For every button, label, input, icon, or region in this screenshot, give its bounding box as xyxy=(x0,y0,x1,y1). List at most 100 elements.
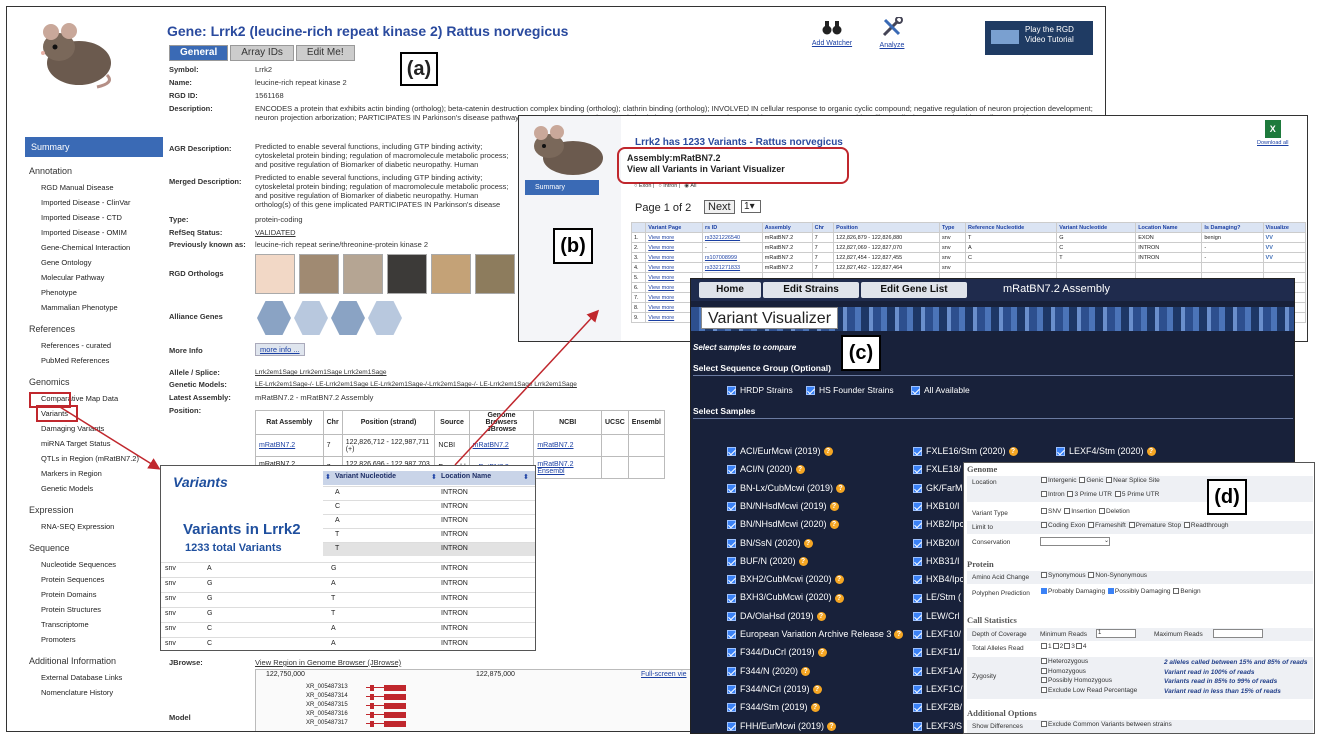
hs-founder-checkbox[interactable]: HS Founder Strains xyxy=(806,385,894,396)
alliance-rat-icon[interactable] xyxy=(257,301,291,335)
checkbox-icon[interactable] xyxy=(1052,643,1059,650)
help-icon[interactable]: ? xyxy=(1008,447,1018,457)
help-icon[interactable]: ? xyxy=(834,593,844,603)
help-icon[interactable]: ? xyxy=(894,630,904,640)
filter-exon-radio[interactable]: ○ Exon | xyxy=(634,183,654,189)
table-row[interactable]: snv G T INTRON xyxy=(161,592,535,606)
table-cell[interactable]: View more xyxy=(645,252,703,263)
panel-b-summary-tab[interactable]: Summary xyxy=(525,180,599,195)
sidebar-item[interactable]: Gene-Chemical Interaction xyxy=(25,240,163,255)
table-row[interactable]: 3. View more rs107008999 mRatBN7.2 7 122,827,… xyxy=(630,252,1307,263)
more-info-button[interactable]: more info ... xyxy=(255,343,305,356)
tab-edit-me[interactable]: Edit Me! xyxy=(295,45,355,61)
table-cell[interactable]: VV xyxy=(1262,252,1307,263)
strain-checkbox[interactable]: F344/DuCrl (2019)? xyxy=(727,647,827,658)
help-icon[interactable]: ? xyxy=(803,538,813,548)
sidebar-item[interactable]: Mammalian Phenotype xyxy=(25,300,163,315)
max-reads-input[interactable] xyxy=(1213,629,1263,638)
table-row[interactable]: snv G T INTRON xyxy=(161,607,535,621)
table-cell[interactable]: View more xyxy=(645,242,703,253)
sidebar-summary[interactable]: Summary xyxy=(25,137,163,157)
full-screen-link[interactable]: Full-screen vie xyxy=(641,671,687,678)
variant-type-options[interactable]: SNV Insertion Deletion xyxy=(1040,508,1130,515)
sidebar-item[interactable]: Imported Disease - ClinVar xyxy=(25,195,163,210)
refseq-value[interactable]: VALIDATED xyxy=(255,228,296,237)
strain-checkbox[interactable]: European Variation Archive Release 3? xyxy=(727,629,904,640)
table-row[interactable]: A INTRON xyxy=(323,514,535,528)
chinchilla-ortholog-image[interactable] xyxy=(343,254,383,294)
checkbox-icon[interactable] xyxy=(1064,508,1071,515)
add-watcher-label[interactable]: Add Watcher xyxy=(802,40,862,47)
polyphen-options[interactable]: Probably Damaging Possibly Damaging Beni… xyxy=(1040,588,1201,595)
table-row[interactable]: snv G A INTRON xyxy=(161,577,535,591)
sidebar-item[interactable]: PubMed References xyxy=(25,353,163,368)
checkbox-checked-icon[interactable] xyxy=(1107,588,1114,595)
help-icon[interactable]: ? xyxy=(823,447,833,457)
assembly-cell[interactable]: mRatBN7.2 xyxy=(255,434,324,457)
checkbox-icon[interactable] xyxy=(1079,477,1086,484)
table-cell[interactable]: VV xyxy=(1262,242,1307,253)
tab-array-ids[interactable]: Array IDs xyxy=(230,45,294,61)
limit-options[interactable]: Coding Exon Frameshift Premature Stop Re… xyxy=(1040,522,1229,529)
video-tutorial-button[interactable]: Play the RGD Video Tutorial xyxy=(985,21,1093,55)
checkbox-icon[interactable] xyxy=(1041,522,1047,529)
help-icon[interactable]: ? xyxy=(1146,447,1156,457)
sidebar-item[interactable]: Protein Sequences xyxy=(25,572,163,587)
help-icon[interactable]: ? xyxy=(810,703,820,713)
checkbox-checked-icon[interactable] xyxy=(1041,588,1047,595)
location-name-header[interactable]: Location Name xyxy=(441,473,491,480)
variant-nucleotide-header[interactable]: Variant Nucleotide xyxy=(335,473,396,480)
table-cell[interactable]: View more xyxy=(645,232,703,243)
jbrowse-cell[interactable]: mRatBN7.2 xyxy=(468,434,535,457)
sidebar-item[interactable]: RGD Manual Disease xyxy=(25,180,163,195)
download-all-button[interactable]: X Download all xyxy=(1257,120,1289,146)
help-icon[interactable]: ? xyxy=(817,648,827,658)
table-cell[interactable]: rs107008999 xyxy=(701,252,763,263)
sidebar-item[interactable]: External Database Links xyxy=(25,670,163,685)
strain-checkbox[interactable]: BXH3/CubMcwi (2020)? xyxy=(727,592,844,603)
location-options-2[interactable]: Intron 3 Prime UTR 5 Prime UTR xyxy=(1040,491,1159,498)
strain-checkbox[interactable]: LEXF4/Stm (2020)? xyxy=(1056,446,1156,457)
zygosity-option[interactable]: Exclude Low Read Percentage xyxy=(1040,687,1137,694)
exclude-common-checkbox[interactable]: Exclude Common Variants between strains xyxy=(1040,721,1172,728)
checkbox-icon[interactable] xyxy=(1041,667,1047,674)
checkbox-icon[interactable] xyxy=(1041,686,1047,693)
sidebar-item[interactable]: Nomenclature History xyxy=(25,685,163,700)
sidebar-item[interactable]: RNA-SEQ Expression xyxy=(25,519,163,534)
table-row[interactable]: 4. View more rs3321271833 mRatBN7.2 7 122,827… xyxy=(630,262,1307,273)
sidebar-item[interactable]: Variants xyxy=(36,405,78,422)
edit-strains-button[interactable]: Edit Strains xyxy=(763,282,859,298)
sidebar-item[interactable]: Imported Disease - CTD xyxy=(25,210,163,225)
edit-gene-list-button[interactable]: Edit Gene List xyxy=(861,282,967,298)
aac-options[interactable]: Synonymous Non-Synonymous xyxy=(1040,572,1147,579)
ncbi-cell[interactable]: mRatBN7.2 xyxy=(533,434,602,457)
checkbox-icon[interactable] xyxy=(1173,588,1180,595)
sidebar-item[interactable]: miRNA Target Status xyxy=(25,436,163,451)
total-alleles-options[interactable]: 1234 xyxy=(1040,643,1087,650)
sidebar-item[interactable]: Gene Ontology xyxy=(25,255,163,270)
checkbox-icon[interactable] xyxy=(1041,643,1047,650)
strain-checkbox[interactable]: DA/OlaHsd (2019)? xyxy=(727,611,826,621)
sidebar-item[interactable]: QTLs in Region (mRatBN7.2) xyxy=(25,451,163,466)
table-row[interactable]: snv A G INTRON xyxy=(161,562,535,576)
ncbi-cell[interactable]: mRatBN7.2 Ensembl xyxy=(533,456,602,479)
sort-icon[interactable]: ⬍ xyxy=(431,473,437,481)
zygosity-option[interactable]: Homozygous xyxy=(1040,668,1086,675)
zygosity-option[interactable]: Heterozygous xyxy=(1040,658,1088,665)
strain-checkbox[interactable]: ACI/EurMcwi (2019)? xyxy=(727,446,833,457)
analyze-label[interactable]: Analyze xyxy=(872,42,912,49)
strain-checkbox[interactable]: ACI/N (2020)? xyxy=(727,464,805,475)
strain-checkbox[interactable]: BN/NHsdMcwi (2020)? xyxy=(727,519,839,530)
table-cell[interactable]: rs3321271833 xyxy=(701,262,763,273)
sidebar-item[interactable]: Promoters xyxy=(25,632,163,647)
checkbox-icon[interactable] xyxy=(1041,508,1047,515)
checkbox-icon[interactable] xyxy=(1041,477,1047,484)
table-row[interactable]: T INTRON xyxy=(323,528,535,542)
checkbox-icon[interactable] xyxy=(1183,522,1190,529)
genetic-models-value[interactable]: LE-Lrrk2em1Sage-/- LE-Lrrk2em1Sage LE-Lr… xyxy=(255,380,605,389)
help-icon[interactable]: ? xyxy=(834,575,844,585)
sort-icon[interactable]: ⬍ xyxy=(523,473,529,481)
hrdp-checkbox[interactable]: HRDP Strains xyxy=(727,385,793,396)
help-icon[interactable]: ? xyxy=(795,465,805,475)
alliance-mouse-icon[interactable] xyxy=(331,301,365,335)
